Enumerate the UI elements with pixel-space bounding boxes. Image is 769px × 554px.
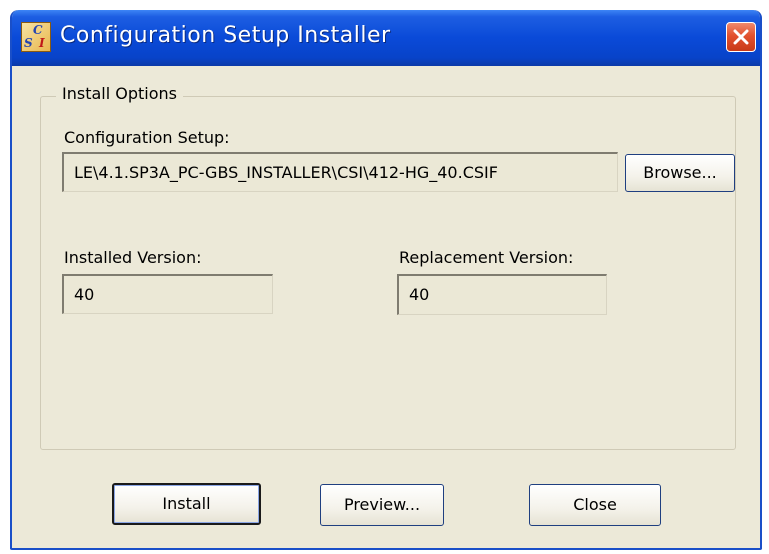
installed-version-field[interactable]: 40 xyxy=(62,274,273,314)
close-icon xyxy=(733,29,749,45)
app-icon-letter-i: I xyxy=(39,36,45,50)
close-window-button[interactable] xyxy=(726,22,756,52)
close-button[interactable]: Close xyxy=(529,484,661,526)
installer-window: C S I Configuration Setup Installer Inst… xyxy=(10,10,762,550)
install-options-label: Install Options xyxy=(56,84,183,103)
install-options-group xyxy=(40,96,736,450)
install-button[interactable]: Install xyxy=(112,483,261,525)
configuration-setup-path-field[interactable]: LE\4.1.SP3A_PC-GBS_INSTALLER\CSI\412-HG_… xyxy=(62,152,618,192)
app-icon: C S I xyxy=(21,22,51,52)
browse-button[interactable]: Browse... xyxy=(625,154,735,192)
replacement-version-label: Replacement Version: xyxy=(399,248,574,267)
window-title: Configuration Setup Installer xyxy=(60,23,391,48)
configuration-setup-label: Configuration Setup: xyxy=(64,128,230,147)
replacement-version-field[interactable]: 40 xyxy=(397,274,607,315)
installed-version-label: Installed Version: xyxy=(64,248,202,267)
app-icon-letter-c: C xyxy=(33,23,43,37)
preview-button[interactable]: Preview... xyxy=(320,484,444,526)
app-icon-letter-s: S xyxy=(24,36,33,50)
title-bar[interactable]: C S I Configuration Setup Installer xyxy=(12,10,760,66)
